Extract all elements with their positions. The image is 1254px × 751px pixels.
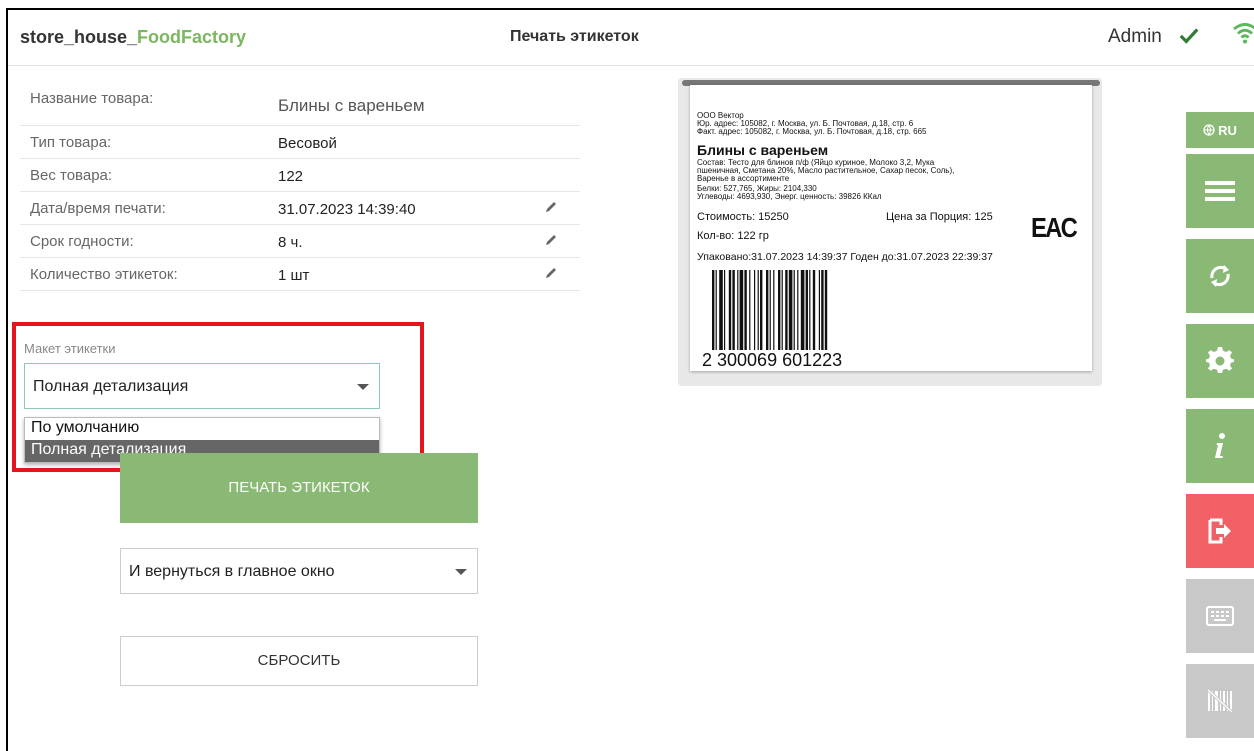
barcode-bar xyxy=(749,270,751,350)
sync-button[interactable] xyxy=(1186,239,1254,313)
barcode-bar xyxy=(818,270,820,350)
field-product-type: Тип товара: Весовой xyxy=(20,126,580,159)
language-button[interactable]: RU xyxy=(1186,112,1254,148)
print-labels-button[interactable]: ПЕЧАТЬ ЭТИКЕТОК xyxy=(120,453,478,523)
check-icon xyxy=(1179,28,1199,44)
barcode-bar xyxy=(737,270,739,350)
barcode-bar xyxy=(778,270,781,350)
barcode-bar xyxy=(805,270,808,350)
field-label: Дата/время печати: xyxy=(30,200,166,217)
field-label: Срок годности: xyxy=(30,233,134,250)
caret-down-icon xyxy=(455,569,467,575)
page-title: Печать этикеток xyxy=(510,28,639,45)
field-label: Тип товара: xyxy=(30,134,112,151)
barcode-bar xyxy=(732,270,735,350)
caret-down-icon xyxy=(357,384,369,390)
field-value: 1 шт xyxy=(278,267,310,284)
brand-prefix: store_house_ xyxy=(20,27,138,47)
barcode-bar xyxy=(800,270,805,350)
barcode-bar xyxy=(788,270,793,350)
barcode-bar xyxy=(812,270,816,350)
barcode-bar xyxy=(766,270,769,350)
info-button[interactable] xyxy=(1186,409,1254,483)
barcode-bar xyxy=(760,270,763,350)
logout-icon xyxy=(1208,518,1231,544)
menu-button[interactable] xyxy=(1186,154,1254,228)
brand-suffix: FoodFactory xyxy=(137,27,247,47)
barcode-bar xyxy=(793,270,795,350)
globe-icon xyxy=(1203,124,1215,136)
barcode-bar xyxy=(728,270,732,350)
pencil-icon[interactable] xyxy=(544,266,558,280)
barcode-bar xyxy=(824,270,828,350)
keyboard-icon xyxy=(1206,606,1234,626)
field-value: Блины с вареньем xyxy=(278,96,425,115)
barcode-digits: 2 300069 601223 xyxy=(702,350,843,370)
barcode-bar xyxy=(785,270,788,350)
after-print-value: И вернуться в главное окно xyxy=(129,563,335,580)
label-cost: Стоимость: 15250 xyxy=(697,211,789,223)
product-fields: Название товара: Блины с вареньем Тип то… xyxy=(20,82,580,291)
barcode-bar xyxy=(754,270,756,350)
barcode-bar xyxy=(773,270,775,350)
brand: store_house_FoodFactory xyxy=(20,27,246,48)
info-icon xyxy=(1215,433,1225,458)
layout-label: Макет этикетки xyxy=(24,341,116,356)
field-product-name: Название товара: Блины с вареньем xyxy=(20,82,580,126)
barcode-bar xyxy=(769,270,771,350)
after-print-select[interactable]: И вернуться в главное окно xyxy=(120,548,478,594)
reset-button[interactable]: СБРОСИТЬ xyxy=(120,636,478,686)
label-actual-address: Факт. адрес: 105082, г. Москва, ул. Б. П… xyxy=(697,127,927,136)
field-value: 31.07.2023 14:39:40 xyxy=(278,201,416,218)
language-code: RU xyxy=(1218,122,1237,138)
label-quantity: Кол-во: 122 гр xyxy=(697,230,769,242)
pencil-icon[interactable] xyxy=(544,233,558,247)
user-name[interactable]: Admin xyxy=(1108,26,1162,48)
label-packed-expires: Упаковано:31.07.2023 14:39:37 Годен до:3… xyxy=(697,251,993,263)
eac-mark: EAC xyxy=(1031,212,1078,243)
barcode-bar xyxy=(739,270,744,350)
layout-select[interactable]: Полная детализация xyxy=(24,363,380,409)
layout-selected: Полная детализация xyxy=(33,378,189,395)
keyboard-button[interactable] xyxy=(1186,579,1254,653)
no-barcode-icon xyxy=(1206,688,1234,714)
field-value: Весовой xyxy=(278,135,337,152)
label-price-portion: Цена за Порция: 125 xyxy=(886,211,993,223)
label-nutrition: Углеводы: 4693,930, Энерг. ценность: 398… xyxy=(697,192,882,201)
field-weight: Вес товара: 122 xyxy=(20,159,580,192)
menu-icon xyxy=(1205,181,1235,201)
logout-button[interactable] xyxy=(1186,494,1254,568)
field-shelf-life: Срок годности: 8 ч. xyxy=(20,225,580,258)
barcode-bar xyxy=(712,270,715,350)
barcode-bar xyxy=(715,270,717,350)
label-card: ООО Вектор Юр. адрес: 105082, г. Москва,… xyxy=(690,85,1092,371)
pencil-icon[interactable] xyxy=(544,200,558,214)
field-label: Название товара: xyxy=(30,90,154,107)
settings-button[interactable] xyxy=(1186,324,1254,398)
wifi-icon xyxy=(1233,23,1254,44)
gear-icon xyxy=(1206,347,1234,373)
label-preview: ООО Вектор Юр. адрес: 105082, г. Москва,… xyxy=(678,78,1102,386)
barcode-bar xyxy=(781,270,783,350)
label-composition: Варенье в ассортименте xyxy=(697,174,790,183)
field-print-datetime: Дата/время печати: 31.07.2023 14:39:40 xyxy=(20,192,580,225)
barcode-scanner-button[interactable] xyxy=(1186,664,1254,738)
barcode xyxy=(712,270,828,350)
field-value: 8 ч. xyxy=(278,234,303,251)
barcode-bar xyxy=(797,270,799,350)
barcode-bar xyxy=(719,270,723,350)
barcode-bar xyxy=(809,270,811,350)
barcode-bar xyxy=(757,270,759,350)
sync-icon xyxy=(1210,265,1230,287)
barcode-bar xyxy=(821,270,824,350)
field-label: Количество этикеток: xyxy=(30,266,178,283)
barcode-bar xyxy=(744,270,747,350)
field-label-count: Количество этикеток: 1 шт xyxy=(20,258,580,291)
header: store_house_FoodFactory Печать этикеток … xyxy=(8,10,1254,66)
layout-option-default[interactable]: По умолчанию xyxy=(25,418,379,440)
field-label: Вес товара: xyxy=(30,167,113,184)
field-value: 122 xyxy=(278,168,304,185)
barcode-bar xyxy=(724,270,726,350)
label-product: Блины с вареньем xyxy=(697,142,829,158)
